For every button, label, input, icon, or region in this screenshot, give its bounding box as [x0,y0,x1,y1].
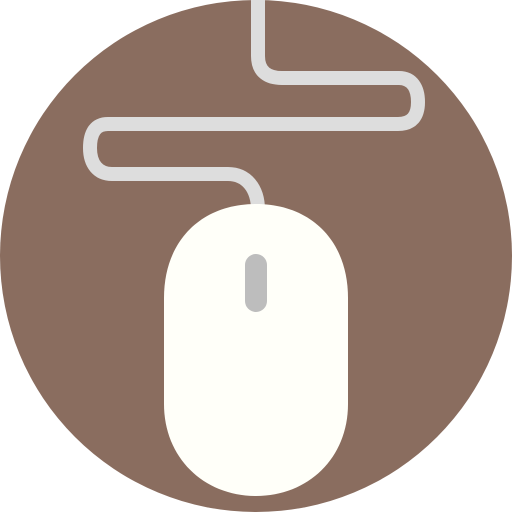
mouse-body [164,204,348,496]
computer-mouse-icon [0,0,512,512]
scroll-wheel [245,254,267,312]
mouse-icon-canvas [0,0,512,512]
